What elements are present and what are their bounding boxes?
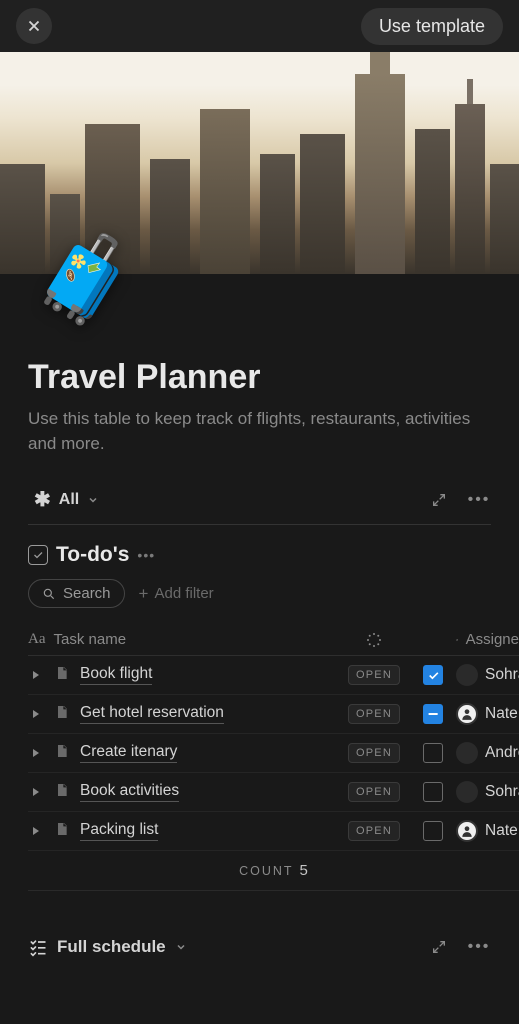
- row-expand-toggle[interactable]: [28, 787, 44, 797]
- view-full-schedule[interactable]: Full schedule: [28, 937, 187, 957]
- done-checkbox[interactable]: [423, 665, 443, 685]
- section-checkbox-icon: [28, 545, 48, 565]
- expand-icon: [431, 939, 447, 955]
- close-button[interactable]: [16, 8, 52, 44]
- more-options-button[interactable]: •••: [467, 488, 491, 512]
- section-more-button[interactable]: •••: [137, 547, 155, 563]
- row-expand-toggle[interactable]: [28, 748, 44, 758]
- asterisk-icon: ✱: [34, 490, 51, 510]
- avatar: [456, 742, 478, 764]
- page-icon: [54, 704, 70, 725]
- status-icon: [366, 632, 382, 648]
- chevron-down-icon: [87, 494, 99, 506]
- expand-icon: [431, 492, 447, 508]
- more-options-button-2[interactable]: •••: [467, 935, 491, 959]
- task-name[interactable]: Book activities: [80, 782, 179, 802]
- done-checkbox[interactable]: [423, 782, 443, 802]
- section-title: To-do's: [56, 543, 129, 567]
- expand-button[interactable]: [427, 488, 451, 512]
- people-icon: [456, 632, 459, 648]
- page-icon: [54, 782, 70, 803]
- close-icon: [25, 17, 43, 35]
- page-description: Use this table to keep track of flights,…: [28, 407, 491, 456]
- done-checkbox[interactable]: [423, 743, 443, 763]
- page-icon: [54, 743, 70, 764]
- text-type-icon: Aa: [28, 631, 46, 648]
- view-tab-label: All: [59, 491, 79, 509]
- search-button[interactable]: Search: [28, 579, 125, 608]
- view-label: Full schedule: [57, 937, 166, 957]
- table-row: Book activities OPEN Sohrab: [28, 773, 519, 812]
- count-value: 5: [300, 862, 308, 879]
- expand-button-2[interactable]: [427, 935, 451, 959]
- avatar: [456, 781, 478, 803]
- assignee-name: Andrea: [485, 744, 519, 762]
- add-filter-label: Add filter: [154, 585, 213, 602]
- page-icon-suitcase[interactable]: 🧳: [32, 230, 137, 329]
- avatar: [456, 664, 478, 686]
- dots-icon: •••: [468, 938, 491, 956]
- chevron-down-icon: [175, 941, 187, 953]
- table-row: Packing list OPEN Nate M: [28, 812, 519, 851]
- use-template-button[interactable]: Use template: [361, 8, 503, 45]
- page-icon: [54, 821, 70, 842]
- column-header-name[interactable]: Aa Task name: [28, 631, 338, 648]
- row-expand-toggle[interactable]: [28, 670, 44, 680]
- assignee-name: Sohrab: [485, 783, 519, 801]
- avatar: [456, 703, 478, 725]
- tasks-table: Aa Task name Assigne Book flight OPEN Sohr…: [28, 624, 519, 891]
- assignee-name: Nate M: [485, 822, 519, 840]
- page-title: Travel Planner: [28, 358, 491, 397]
- assignee-name: Sohrab: [485, 666, 519, 684]
- task-name[interactable]: Get hotel reservation: [80, 704, 224, 724]
- row-expand-toggle[interactable]: [28, 709, 44, 719]
- open-button[interactable]: OPEN: [348, 782, 400, 802]
- open-button[interactable]: OPEN: [348, 821, 400, 841]
- count-label: COUNT: [239, 864, 293, 878]
- open-button[interactable]: OPEN: [348, 704, 400, 724]
- table-row: Get hotel reservation OPEN − Nate M: [28, 695, 519, 734]
- list-check-icon: [28, 937, 48, 957]
- open-button[interactable]: OPEN: [348, 743, 400, 763]
- task-name[interactable]: Create itenary: [80, 743, 177, 763]
- column-header-status[interactable]: [338, 632, 410, 648]
- table-count-row: COUNT 5: [28, 851, 519, 891]
- task-name[interactable]: Packing list: [80, 821, 158, 841]
- row-expand-toggle[interactable]: [28, 826, 44, 836]
- task-name[interactable]: Book flight: [80, 665, 152, 685]
- search-icon: [42, 587, 56, 601]
- done-checkbox[interactable]: [423, 821, 443, 841]
- column-header-assignee[interactable]: Assigne: [456, 631, 519, 648]
- assignee-name: Nate M: [485, 705, 519, 723]
- dots-icon: •••: [468, 491, 491, 509]
- page-icon: [54, 665, 70, 686]
- done-checkbox[interactable]: −: [423, 704, 443, 724]
- table-row: Create itenary OPEN Andrea: [28, 734, 519, 773]
- add-filter-button[interactable]: + Add filter: [139, 584, 214, 604]
- plus-icon: +: [139, 584, 149, 604]
- open-button[interactable]: OPEN: [348, 665, 400, 685]
- table-row: Book flight OPEN Sohrab: [28, 656, 519, 695]
- avatar: [456, 820, 478, 842]
- search-label: Search: [63, 585, 111, 602]
- view-tab-all[interactable]: ✱ All: [28, 486, 105, 514]
